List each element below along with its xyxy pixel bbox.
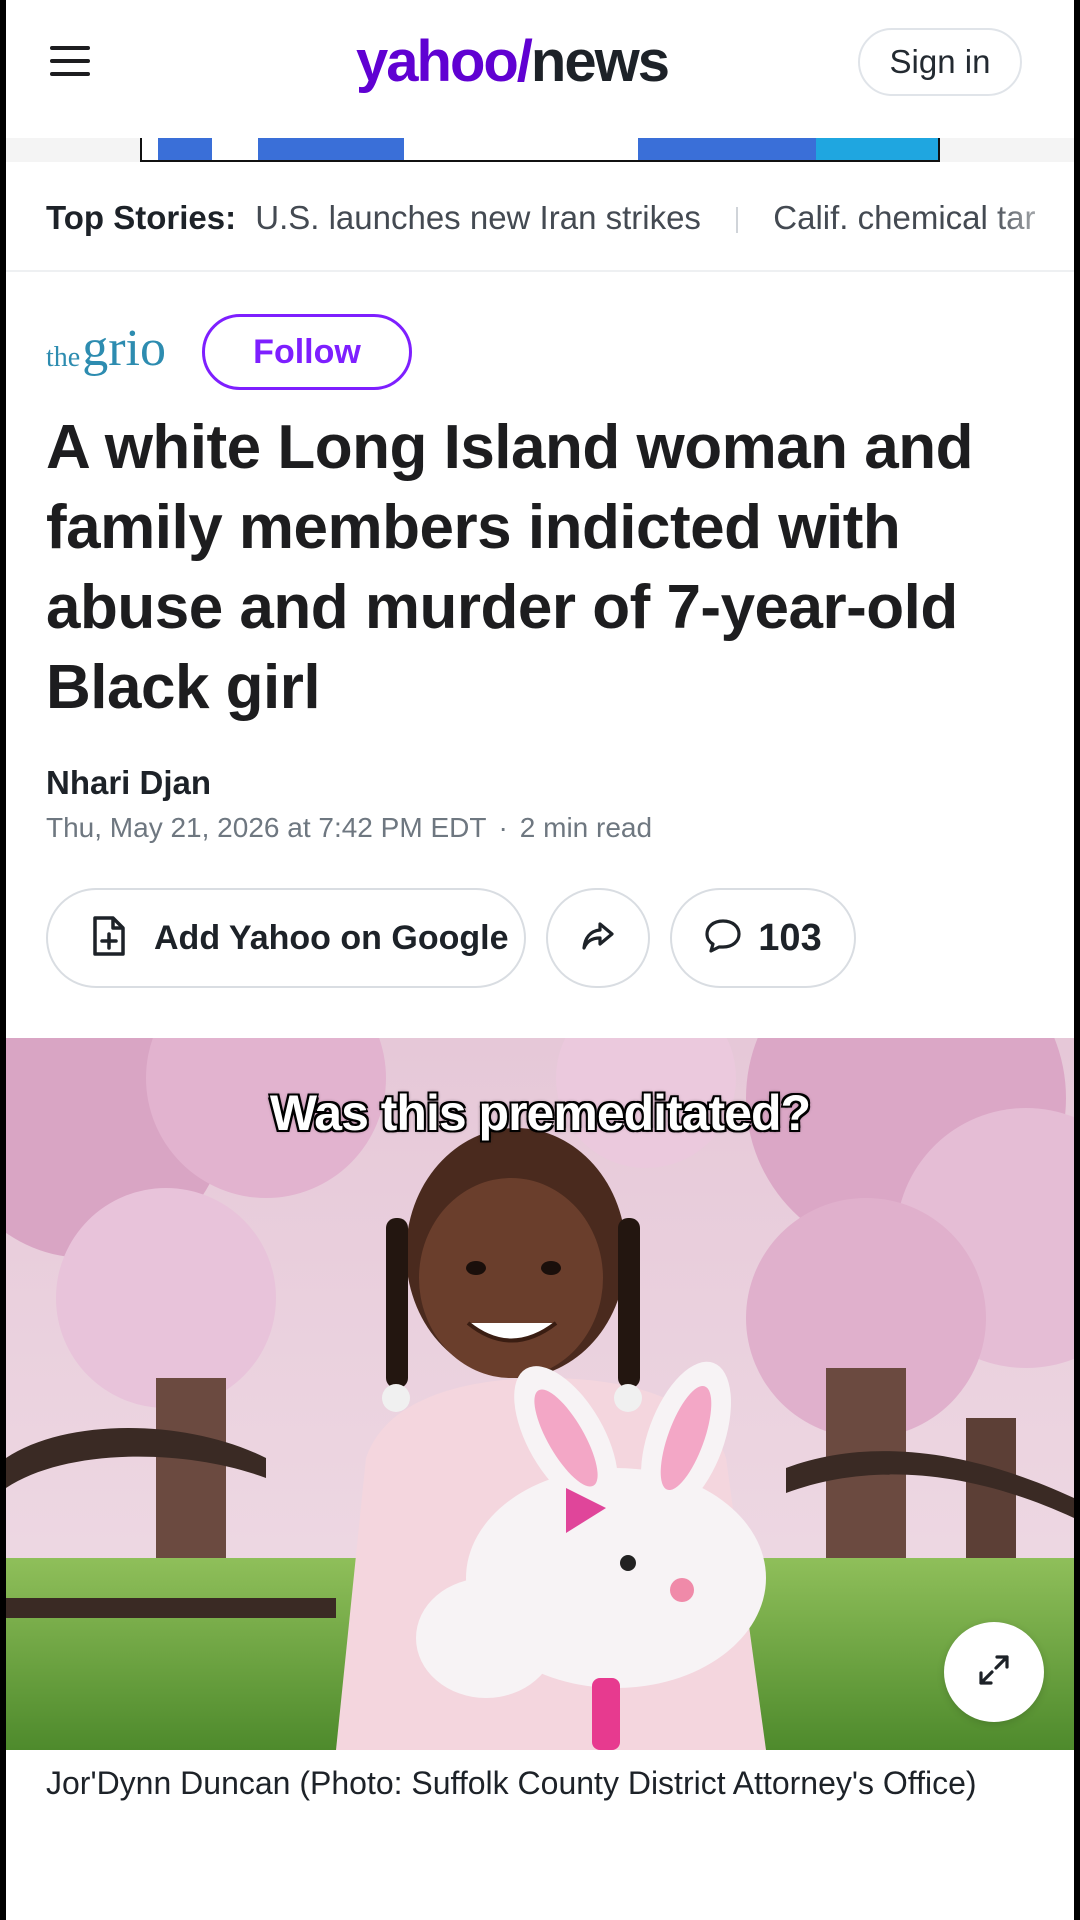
- share-button[interactable]: [546, 888, 650, 988]
- comment-count: 103: [758, 916, 822, 959]
- add-yahoo-on-google-button[interactable]: Add Yahoo on Google: [46, 888, 526, 988]
- comment-bubble-icon: [704, 918, 742, 959]
- article-hero-image[interactable]: [6, 1038, 1074, 1750]
- top-stories-label: Top Stories:: [46, 199, 237, 236]
- share-arrow-icon: [580, 920, 616, 957]
- comments-button[interactable]: 103: [670, 888, 856, 988]
- source-logo-grio: grio: [82, 320, 166, 377]
- publish-date: Thu, May 21, 2026 at 7:42 PM EDT: [46, 812, 487, 843]
- hamburger-menu-icon[interactable]: [50, 46, 90, 76]
- video-overlay-caption: Was this premeditated?: [269, 1085, 811, 1141]
- ticker-fade: [990, 180, 1080, 250]
- photo-caption: Jor'Dynn Duncan (Photo: Suffolk County D…: [46, 1765, 977, 1801]
- top-stories-ticker: Top Stories: U.S. launches new Iran stri…: [46, 196, 1080, 240]
- ad-banner[interactable]: [140, 138, 940, 162]
- expand-image-button[interactable]: [944, 1622, 1044, 1722]
- sign-in-button[interactable]: Sign in: [858, 28, 1022, 96]
- add-yahoo-on-google-label: Add Yahoo on Google: [154, 918, 509, 957]
- logo-news-text: news: [530, 29, 670, 94]
- add-document-icon: [92, 915, 126, 962]
- app-header: yahoo/news Sign in: [0, 0, 1080, 138]
- article-headline: A white Long Island woman and family mem…: [46, 413, 974, 722]
- follow-button[interactable]: Follow: [202, 314, 412, 390]
- meta-separator: ·: [498, 812, 508, 843]
- read-time: 2 min read: [519, 812, 653, 843]
- expand-icon: [977, 1653, 1011, 1692]
- logo-yahoo-text: yahoo/: [356, 29, 533, 94]
- article-meta: Thu, May 21, 2026 at 7:42 PM EDT · 2 min r…: [46, 812, 652, 844]
- source-logo-the: the: [46, 342, 81, 373]
- top-story-link[interactable]: U.S. launches new Iran strikes: [255, 199, 701, 236]
- ticker-divider: [736, 207, 739, 234]
- thegrio-source-logo[interactable]: the grio: [46, 318, 166, 378]
- author-name[interactable]: Nhari Djan: [46, 764, 211, 802]
- yahoo-news-logo[interactable]: yahoo/news: [356, 24, 670, 100]
- section-divider: [6, 270, 1074, 272]
